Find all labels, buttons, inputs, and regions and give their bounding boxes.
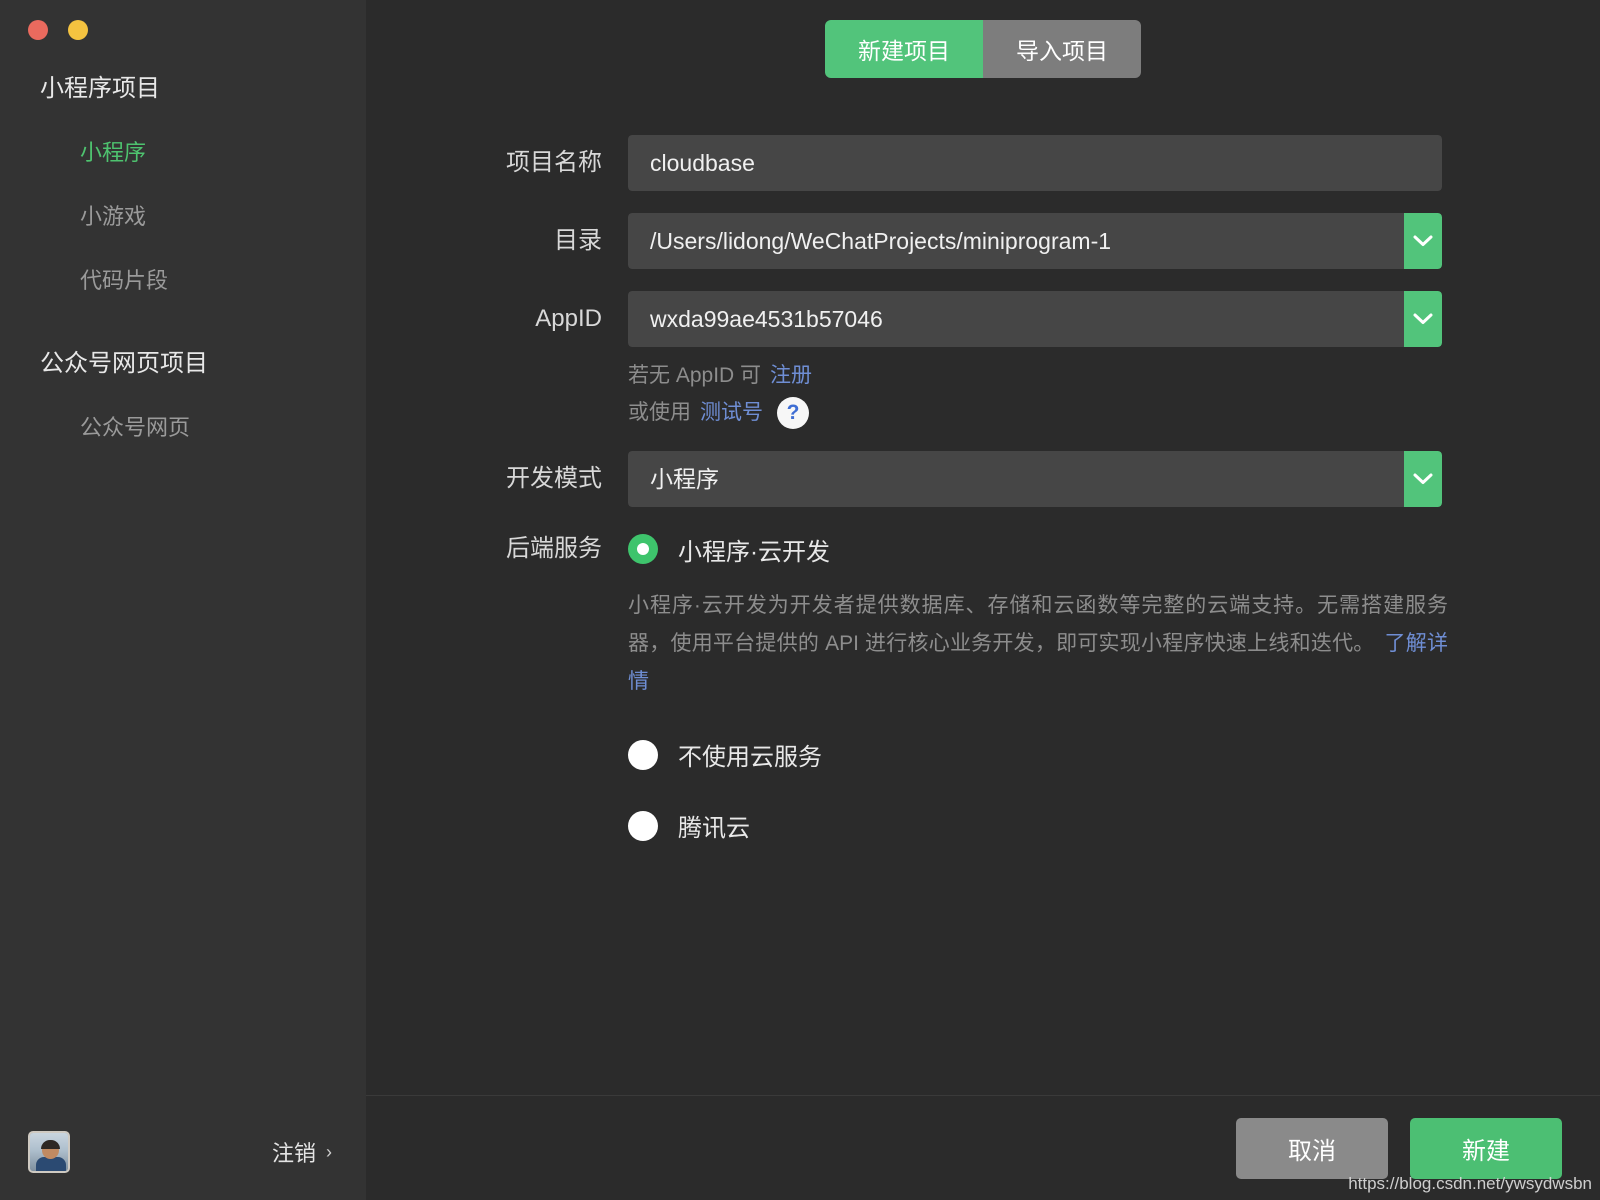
appid-dropdown-button[interactable]: [1404, 291, 1442, 347]
dev-mode-dropdown-button[interactable]: [1404, 451, 1442, 507]
sidebar-item-code-snippet[interactable]: 代码片段: [0, 263, 366, 295]
row-backend-service: 后端服务 小程序·云开发: [366, 529, 1600, 569]
register-link[interactable]: 注册: [770, 357, 812, 394]
field-directory: [628, 213, 1442, 269]
radio-cloud-development[interactable]: [628, 534, 658, 564]
sidebar-item-official-account-webpage[interactable]: 公众号网页: [0, 410, 366, 442]
sidebar-group-title-miniprogram: 小程序项目: [40, 75, 160, 102]
help-icon[interactable]: ?: [777, 396, 809, 429]
sidebar-item-minigame[interactable]: 小游戏: [0, 199, 366, 231]
row-dev-mode: 开发模式: [366, 451, 1600, 507]
logout-label: 注销: [271, 1141, 316, 1166]
new-project-form: 项目名称 目录 AppID: [366, 135, 1600, 843]
minimize-window-icon[interactable]: [68, 20, 88, 40]
chevron-down-icon: [1413, 235, 1433, 246]
dev-mode-select[interactable]: [628, 451, 1404, 507]
window-controls: [28, 20, 88, 40]
chevron-right-icon: ›: [326, 1141, 332, 1162]
main-panel: 新建项目 导入项目 项目名称 目录: [366, 0, 1600, 1200]
appid-hint-line-2: 或使用 测试号 ?: [628, 394, 1442, 431]
field-project-name: [628, 135, 1442, 191]
sidebar-footer: 注销 ›: [0, 1104, 366, 1200]
tab-new-project[interactable]: 新建项目: [825, 20, 983, 78]
sidebar-group-title-official-account: 公众号网页项目: [40, 350, 208, 377]
backend-description-text: 小程序·云开发为开发者提供数据库、存储和云函数等完整的云端支持。无需搭建服务器，…: [628, 594, 1448, 655]
backend-service-description: 小程序·云开发为开发者提供数据库、存储和云函数等完整的云端支持。无需搭建服务器，…: [628, 587, 1448, 701]
sidebar: 小程序项目 小程序 小游戏 代码片段 公众号网页项目 公众号网页 注销 ›: [0, 0, 366, 1200]
chevron-down-icon: [1413, 313, 1433, 324]
label-dev-mode: 开发模式: [506, 465, 602, 492]
field-appid: [628, 291, 1442, 347]
directory-input[interactable]: [628, 213, 1404, 269]
radio-tencent-cloud[interactable]: [628, 810, 658, 841]
sidebar-item-label: 小程序: [80, 140, 147, 165]
label-project-name: 项目名称: [506, 149, 602, 176]
radio-label-cloud-development: 小程序·云开发: [678, 538, 830, 566]
app-window: 小程序项目 小程序 小游戏 代码片段 公众号网页项目 公众号网页 注销 › 新建…: [0, 0, 1600, 1200]
chevron-down-icon: [1413, 473, 1433, 484]
radio-label-tencent-cloud: 腾讯云: [678, 815, 750, 842]
appid-hint-text-2: 或使用: [628, 401, 691, 424]
appid-hint-block: 若无 AppID 可 注册 或使用 测试号 ?: [628, 353, 1442, 431]
radio-label-no-cloud-service: 不使用云服务: [678, 744, 822, 771]
row-directory: 目录: [366, 213, 1600, 269]
cancel-button[interactable]: 取消: [1236, 1117, 1388, 1179]
project-name-input[interactable]: [628, 135, 1442, 191]
create-button[interactable]: 新建: [1410, 1117, 1562, 1179]
row-project-name: 项目名称: [366, 135, 1600, 191]
watermark: https://blog.csdn.net/ywsydwsbn: [1348, 1174, 1592, 1193]
label-directory: 目录: [554, 227, 602, 254]
directory-dropdown-button[interactable]: [1404, 213, 1442, 269]
test-account-link[interactable]: 测试号: [700, 394, 763, 431]
tab-import-project[interactable]: 导入项目: [983, 20, 1141, 78]
tab-bar: 新建项目 导入项目: [825, 20, 1141, 78]
appid-hint-line-1: 若无 AppID 可 注册: [628, 357, 1442, 394]
row-no-cloud-service: 不使用云服务: [628, 737, 1600, 772]
sidebar-item-label: 公众号网页: [80, 415, 191, 440]
row-appid: AppID: [366, 291, 1600, 347]
radio-no-cloud-service[interactable]: [628, 739, 658, 770]
appid-input[interactable]: [628, 291, 1404, 347]
sidebar-item-label: 小游戏: [80, 204, 147, 229]
logout-button[interactable]: 注销 ›: [272, 1136, 332, 1168]
label-appid: AppID: [535, 305, 602, 332]
sidebar-item-miniprogram[interactable]: 小程序: [0, 135, 366, 167]
label-backend-service: 后端服务: [506, 535, 602, 562]
field-dev-mode: [628, 451, 1442, 507]
row-tencent-cloud: 腾讯云: [628, 808, 1600, 843]
avatar[interactable]: [28, 1131, 70, 1173]
appid-hint-text-1: 若无 AppID 可: [628, 364, 762, 387]
close-window-icon[interactable]: [28, 20, 48, 40]
sidebar-item-label: 代码片段: [80, 268, 169, 293]
